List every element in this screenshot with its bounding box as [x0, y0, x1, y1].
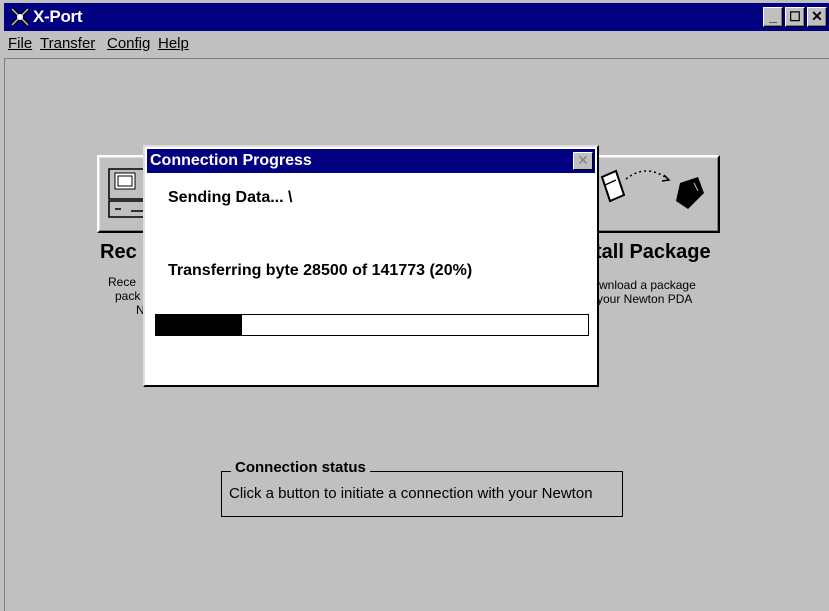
transfer-progress-text: Transferring byte 28500 of 141773 (20%)	[168, 262, 473, 279]
menu-bar: File Transfer Config Help	[4, 32, 829, 56]
install-desc-line2: your Newton PDA	[597, 292, 693, 306]
connection-progress-dialog: Connection Progress ✕ Sending Data... \ …	[143, 145, 599, 387]
install-package-icon	[600, 169, 704, 209]
close-button[interactable]: ✕	[807, 7, 827, 27]
minimize-icon: _	[769, 8, 777, 24]
receive-title: Rec	[100, 241, 137, 263]
title-bar[interactable]: X-Port _ ☐ ✕	[4, 3, 829, 31]
sending-status: Sending Data... \	[168, 189, 293, 206]
connection-status-label: Connection status	[231, 459, 370, 476]
app-icon	[10, 7, 30, 27]
dialog-title-bar[interactable]: Connection Progress ✕	[147, 149, 595, 173]
receive-desc-line1: Rece	[108, 275, 137, 289]
close-icon: ✕	[811, 8, 823, 24]
minimize-button[interactable]: _	[763, 7, 783, 27]
dialog-body: Sending Data... \ Transferring byte 2850…	[147, 175, 595, 381]
close-icon: ✕	[577, 152, 589, 168]
window-title: X-Port	[33, 7, 83, 26]
menu-transfer[interactable]: Transfer	[40, 35, 95, 52]
dialog-title: Connection Progress	[150, 152, 312, 169]
progress-bar-fill	[156, 315, 243, 335]
connection-status-text: Click a button to initiate a connection …	[229, 485, 593, 502]
maximize-button[interactable]: ☐	[785, 7, 805, 27]
menu-help[interactable]: Help	[158, 35, 189, 52]
install-title: tall Package	[595, 241, 711, 263]
install-desc-line1: wnload a package	[599, 278, 696, 292]
receive-desc-line2: pack	[115, 289, 141, 303]
main-window: X-Port _ ☐ ✕ File Transfer Config Help R…	[0, 0, 829, 611]
dialog-close-button[interactable]: ✕	[573, 152, 593, 170]
install-package-button[interactable]	[582, 155, 720, 233]
menu-file[interactable]: File	[8, 35, 32, 52]
maximize-icon: ☐	[789, 9, 801, 24]
menu-config[interactable]: Config	[107, 35, 150, 52]
progress-bar	[155, 314, 589, 336]
